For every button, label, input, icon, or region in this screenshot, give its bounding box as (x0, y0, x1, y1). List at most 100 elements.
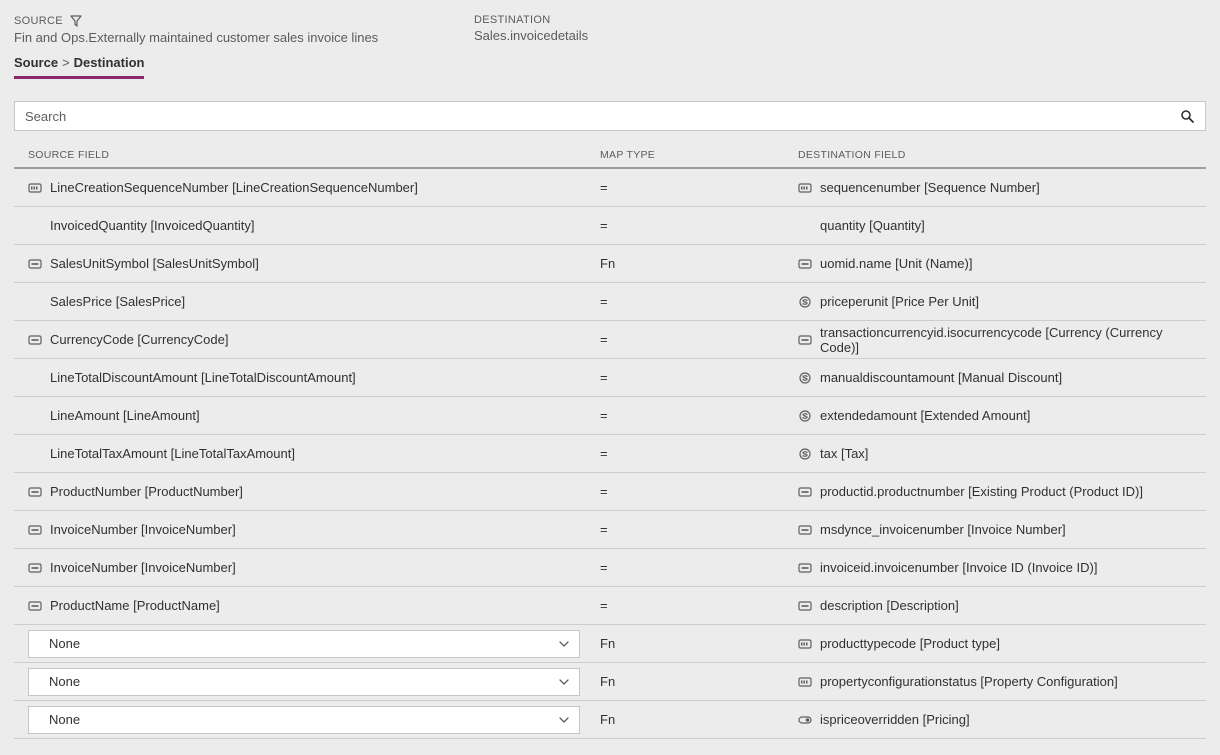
map-type-text: = (600, 484, 608, 499)
destination-value: Sales.invoicedetails (474, 28, 588, 43)
source-field-type-icon (28, 333, 42, 347)
source-field-text: InvoicedQuantity [InvoicedQuantity] (50, 218, 255, 233)
map-type-text: = (600, 370, 608, 385)
destination-field-type-icon (798, 637, 812, 651)
destination-field-type-icon (798, 333, 812, 347)
map-type-text: = (600, 332, 608, 347)
destination-field-text: priceperunit [Price Per Unit] (820, 294, 979, 309)
table-row[interactable]: InvoiceNumber [InvoiceNumber] = invoiceid.… (14, 549, 1206, 587)
source-field-text: LineAmount [LineAmount] (50, 408, 200, 423)
map-type-text: = (600, 294, 608, 309)
table-row[interactable]: LineAmount [LineAmount] = extendedamount [… (14, 397, 1206, 435)
map-type-text: = (600, 522, 608, 537)
source-field-text: LineCreationSequenceNumber [LineCreation… (50, 180, 418, 195)
table-row[interactable]: InvoiceNumber [InvoiceNumber] = msdynce_in… (14, 511, 1206, 549)
source-field-text: InvoiceNumber [InvoiceNumber] (50, 560, 236, 575)
search-icon[interactable] (1177, 109, 1197, 123)
search-input[interactable] (23, 108, 1177, 125)
filter-icon[interactable] (69, 14, 83, 28)
destination-field-text: producttypecode [Product type] (820, 636, 1000, 651)
source-field-dropdown[interactable]: None (28, 706, 580, 734)
destination-field-text: extendedamount [Extended Amount] (820, 408, 1030, 423)
destination-field-type-icon (798, 181, 812, 195)
source-field-type-icon (28, 523, 42, 537)
search-bar[interactable] (14, 101, 1206, 131)
col-destination-field[interactable]: DESTINATION FIELD (798, 149, 1192, 161)
map-type-text: Fn (600, 636, 615, 651)
table-row[interactable]: ProductNumber [ProductNumber] = productid.… (14, 473, 1206, 511)
destination-field-type-icon (798, 523, 812, 537)
destination-field-type-icon (798, 675, 812, 689)
map-type-text: = (600, 408, 608, 423)
source-field-text: InvoiceNumber [InvoiceNumber] (50, 522, 236, 537)
map-type-text: = (600, 180, 608, 195)
col-source-field[interactable]: SOURCE FIELD (28, 149, 600, 161)
destination-field-type-icon (798, 295, 812, 309)
table-row[interactable]: CurrencyCode [CurrencyCode] = transactionc… (14, 321, 1206, 359)
destination-field-type-icon (798, 371, 812, 385)
source-field-dropdown[interactable]: None (28, 668, 580, 696)
table-row[interactable]: SalesPrice [SalesPrice] = priceperunit [Pr… (14, 283, 1206, 321)
destination-field-text: uomid.name [Unit (Name)] (820, 256, 972, 271)
destination-field-text: sequencenumber [Sequence Number] (820, 180, 1040, 195)
destination-label: DESTINATION (474, 14, 588, 26)
source-field-type-icon (28, 561, 42, 575)
dropdown-value: None (49, 674, 80, 689)
destination-field-type-icon (798, 447, 812, 461)
destination-field-text: description [Description] (820, 598, 959, 613)
source-field-dropdown[interactable]: None (28, 630, 580, 658)
destination-field-type-icon (798, 561, 812, 575)
destination-field-text: invoiceid.invoicenumber [Invoice ID (Inv… (820, 560, 1097, 575)
map-type-text: = (600, 560, 608, 575)
dropdown-value: None (49, 712, 80, 727)
source-field-text: ProductName [ProductName] (50, 598, 220, 613)
chevron-down-icon (557, 637, 571, 651)
chevron-down-icon (557, 713, 571, 727)
tab-source-destination[interactable]: Source>Destination (14, 55, 144, 79)
map-type-text: Fn (600, 256, 615, 271)
table-row[interactable]: LineCreationSequenceNumber [LineCreation… (14, 169, 1206, 207)
source-field-type-icon (28, 599, 42, 613)
mapping-table: SOURCE FIELD MAP TYPE DESTINATION FIELD … (14, 149, 1206, 739)
map-type-text: Fn (600, 712, 615, 727)
destination-field-type-icon (798, 713, 812, 727)
table-row[interactable]: None Fn propertyconfigurationstatus [Prope… (14, 663, 1206, 701)
source-field-text: ProductNumber [ProductNumber] (50, 484, 243, 499)
source-field-type-icon (28, 485, 42, 499)
table-row[interactable]: LineTotalDiscountAmount [LineTotalDiscou… (14, 359, 1206, 397)
map-type-text: = (600, 218, 608, 233)
map-type-text: Fn (600, 674, 615, 689)
table-row[interactable]: None Fn ispriceoverridden [Pricing] (14, 701, 1206, 739)
source-field-text: SalesUnitSymbol [SalesUnitSymbol] (50, 256, 259, 271)
destination-field-text: quantity [Quantity] (820, 218, 925, 233)
source-field-text: LineTotalTaxAmount [LineTotalTaxAmount] (50, 446, 295, 461)
table-row[interactable]: ProductName [ProductName] = description [D… (14, 587, 1206, 625)
table-row[interactable]: SalesUnitSymbol [SalesUnitSymbol] Fn uomid… (14, 245, 1206, 283)
destination-field-type-icon (798, 485, 812, 499)
source-field-text: SalesPrice [SalesPrice] (50, 294, 185, 309)
source-field-type-icon (28, 181, 42, 195)
table-row[interactable]: None Fn producttypecode [Product type] (14, 625, 1206, 663)
source-field-type-icon (28, 257, 42, 271)
chevron-down-icon (557, 675, 571, 689)
destination-field-text: propertyconfigurationstatus [Property Co… (820, 674, 1118, 689)
dropdown-value: None (49, 636, 80, 651)
destination-field-text: ispriceoverridden [Pricing] (820, 712, 970, 727)
map-type-text: = (600, 598, 608, 613)
source-field-text: CurrencyCode [CurrencyCode] (50, 332, 228, 347)
destination-field-text: msdynce_invoicenumber [Invoice Number] (820, 522, 1066, 537)
direction-tabs: Source>Destination (14, 55, 1206, 79)
table-row[interactable]: LineTotalTaxAmount [LineTotalTaxAmount]=… (14, 435, 1206, 473)
source-field-text: LineTotalDiscountAmount [LineTotalDiscou… (50, 370, 356, 385)
source-value: Fin and Ops.Externally maintained custom… (14, 30, 414, 45)
destination-field-text: manualdiscountamount [Manual Discount] (820, 370, 1062, 385)
col-map-type[interactable]: MAP TYPE (600, 149, 798, 161)
destination-field-type-icon (798, 257, 812, 271)
destination-field-text: transactioncurrencyid.isocurrencycode [C… (820, 325, 1192, 355)
mapping-header: SOURCE Fin and Ops.Externally maintained… (14, 14, 1206, 45)
table-row[interactable]: InvoicedQuantity [InvoicedQuantity] = quan… (14, 207, 1206, 245)
source-label: SOURCE (14, 15, 63, 27)
destination-field-text: tax [Tax] (820, 446, 868, 461)
destination-field-type-icon (798, 599, 812, 613)
destination-field-text: productid.productnumber [Existing Produc… (820, 484, 1143, 499)
